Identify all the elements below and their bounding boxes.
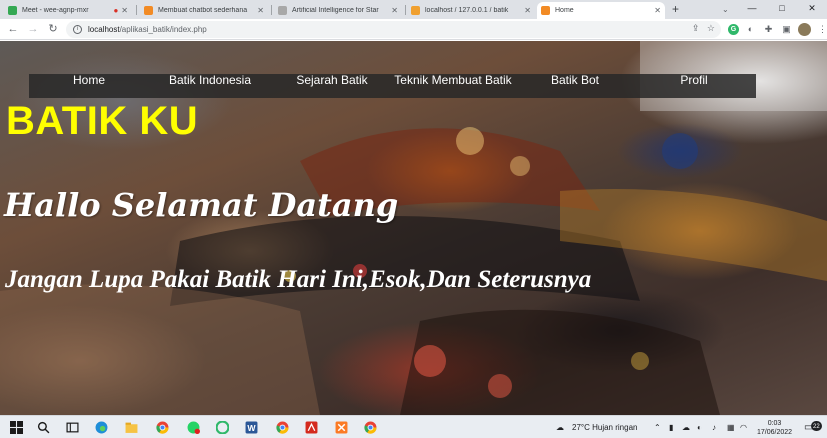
weather-icon[interactable]: ☁ [556,416,564,438]
browser-tab-home[interactable]: Home ✕ [537,2,665,19]
new-tab-button[interactable]: + [672,2,679,17]
back-button[interactable]: ← [6,22,20,36]
nav-batik-bot[interactable]: Batik Bot [537,74,613,98]
file-explorer-icon[interactable] [125,421,138,434]
clock-date: 17/06/2022 [757,429,793,436]
tab-title: Meet - wee-agnp-mxr [22,7,89,14]
whatsapp-icon[interactable] [187,421,200,434]
search-icon[interactable] [37,421,50,434]
cloud-icon[interactable]: ☁ [682,416,690,438]
close-tab-icon[interactable]: ✕ [121,6,128,15]
main-nav: Home Batik Indonesia Sejarah Batik Tekni… [29,74,756,98]
tab-title: Home [555,7,574,14]
nav-home[interactable]: Home [59,74,119,98]
profile-avatar[interactable] [798,22,811,36]
acrobat-icon[interactable] [305,421,318,434]
clock-time: 0:03 [767,420,782,427]
chrome-icon[interactable] [276,421,289,434]
battery-icon[interactable]: ▮ [669,416,673,438]
wifi-icon[interactable]: ◠ [740,416,747,438]
chrome-canary-icon[interactable] [216,421,229,434]
site-info-icon[interactable]: i [73,25,82,34]
volume-icon[interactable]: ♪ [712,416,716,438]
tab-title: localhost / 127.0.0.1 / batik [425,7,509,14]
browser-tab-ai[interactable]: Artificial Intelligence for Star ✕ [274,2,402,19]
browser-toolbar: ← → ↻ i localhost/aplikasi_batik/index.p… [0,19,827,40]
url-text: localhost/aplikasi_batik/index.php [88,25,207,34]
window-controls: — □ ✕ [737,0,827,19]
maximize-button[interactable]: □ [767,0,797,19]
recording-dot-icon: ● [113,6,119,15]
close-window-button[interactable]: ✕ [797,0,827,19]
close-tab-icon[interactable]: ✕ [257,6,264,15]
notification-badge: 22 [811,421,822,431]
extension-icon[interactable]: ◐ [744,22,757,36]
side-panel-icon[interactable]: ▣ [780,22,793,36]
blogger-icon [144,6,153,15]
site-favicon-icon [278,6,287,15]
home-favicon-icon [541,6,550,15]
windows-taskbar: W ☁ 27°C Hujan ringan ⌃ ▮ ☁ ◐ ♪ ▦ ◠ 0:03… [0,415,827,438]
browser-tab-meet[interactable]: Meet - wee-agnp-mxr ● ✕ [4,2,132,19]
forward-button[interactable]: → [26,22,40,36]
extensions-puzzle-icon[interactable]: ✚ [762,22,775,36]
close-tab-icon[interactable]: ✕ [524,6,531,15]
nav-teknik-membuat-batik[interactable]: Teknik Membuat Batik [391,74,515,98]
word-icon[interactable]: W [245,421,258,434]
windows-icon[interactable] [10,421,23,434]
close-tab-icon[interactable]: ✕ [654,6,661,15]
tab-title: Artificial Intelligence for Star [292,7,379,14]
keyboard-icon[interactable]: ▦ [727,416,735,438]
welcome-heading: Hallo Selamat Datang [4,186,399,224]
nav-batik-indonesia[interactable]: Batik Indonesia [159,74,261,98]
tagline-text: Jangan Lupa Pakai Batik Hari Ini,Esok,Da… [5,266,592,293]
close-tab-icon[interactable]: ✕ [391,6,398,15]
page-viewport: Home Batik Indonesia Sejarah Batik Tekni… [0,41,827,415]
browser-tab-phpmyadmin[interactable]: localhost / 127.0.0.1 / batik ✕ [407,2,535,19]
grammarly-extension-icon[interactable]: G [728,23,739,35]
nav-profil[interactable]: Profil [661,74,727,98]
chrome-icon[interactable] [156,421,169,434]
edge-icon[interactable] [95,421,108,434]
minimize-button[interactable]: — [737,0,767,19]
chrome-icon[interactable] [364,421,377,434]
taskbar-clock[interactable]: 0:03 17/06/2022 [757,419,792,437]
browser-tab-chatbot[interactable]: Membuat chatbot sederhana ✕ [140,2,268,19]
phpmyadmin-icon [411,6,420,15]
extensions-bar: G ◐ ✚ ▣ ⋮ [728,22,827,36]
chrome-menu-icon[interactable]: ⋮ [816,22,827,36]
task-view-icon[interactable] [66,421,79,434]
reload-button[interactable]: ↻ [46,22,60,36]
browser-tab-strip: Meet - wee-agnp-mxr ● ✕ Membuat chatbot … [0,0,827,19]
tab-title: Membuat chatbot sederhana [158,7,248,14]
xampp-icon[interactable] [335,421,348,434]
address-bar[interactable]: i localhost/aplikasi_batik/index.php ⇪ ☆ [66,21,721,38]
google-meet-icon [8,6,17,15]
show-hidden-icons-icon[interactable]: ⌃ [654,416,661,438]
nav-sejarah-batik[interactable]: Sejarah Batik [287,74,377,98]
share-and-bookmark-icons[interactable]: ⇪ ☆ [692,23,715,34]
site-brand-title: BATIK KU [6,99,199,143]
tab-search-chevron-icon[interactable]: ⌄ [722,1,729,18]
weather-text[interactable]: 27°C Hujan ringan [572,416,637,438]
svg-text:W: W [247,423,256,433]
network-icon[interactable]: ◐ [697,416,702,438]
